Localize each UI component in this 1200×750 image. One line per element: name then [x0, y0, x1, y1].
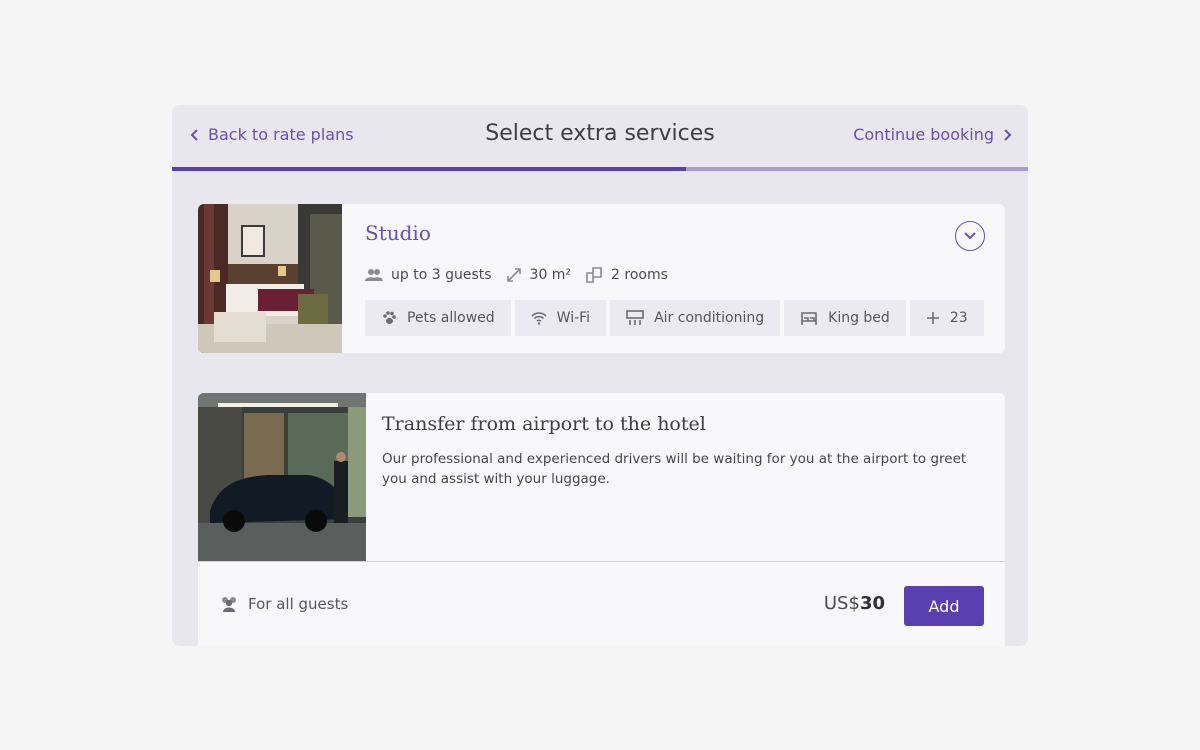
divider — [198, 561, 1005, 562]
guest-capacity-label: up to 3 guests — [391, 267, 492, 283]
amenity-chip-king-bed: King bed — [784, 300, 906, 336]
room-card: Studio up to 3 guests 30 m² 2 rooms Pets… — [198, 204, 1005, 353]
amenity-more-count: 23 — [949, 310, 968, 326]
guests-icon — [365, 269, 383, 281]
service-description: Our professional and experienced drivers… — [382, 451, 967, 487]
room-name: Studio — [365, 221, 431, 245]
price-currency: US$ — [823, 593, 860, 614]
amenity-label: King bed — [828, 310, 890, 326]
room-area: 30 m² — [506, 267, 572, 283]
chevron-right-icon — [1004, 128, 1012, 141]
booking-panel: Back to rate plans Select extra services… — [172, 105, 1028, 646]
amenity-chip-more[interactable]: 23 — [909, 300, 984, 336]
amenity-label: Pets allowed — [407, 310, 495, 326]
progress-bar — [172, 167, 1028, 171]
price-amount: 30 — [859, 593, 885, 614]
header: Back to rate plans Select extra services… — [172, 105, 1028, 167]
guest-capacity: up to 3 guests — [365, 267, 492, 283]
continue-link-label: Continue booking — [853, 125, 994, 144]
plus-icon — [926, 312, 939, 324]
area-icon — [506, 268, 521, 282]
chevron-down-icon — [964, 232, 976, 240]
service-price: US$30 — [824, 593, 885, 614]
continue-booking-link[interactable]: Continue booking — [853, 125, 1012, 144]
service-photo — [198, 393, 366, 561]
service-title: Transfer from airport to the hotel — [382, 413, 706, 435]
room-stats: up to 3 guests 30 m² 2 rooms — [365, 267, 674, 283]
bed-icon — [801, 312, 817, 325]
amenity-chip-wifi: Wi-Fi — [514, 300, 607, 336]
expand-room-button[interactable] — [955, 221, 985, 251]
guest-scope-label: For all guests — [248, 595, 349, 613]
room-count-label: 2 rooms — [611, 267, 668, 283]
room-count: 2 rooms — [585, 267, 668, 283]
amenity-label: Air conditioning — [654, 310, 765, 326]
service-card: Transfer from airport to the hotel Our p… — [198, 393, 1005, 646]
amenity-chip-air-conditioning: Air conditioning — [610, 300, 781, 336]
paw-icon — [383, 311, 396, 324]
rooms-icon — [586, 267, 602, 283]
air-conditioning-icon — [626, 310, 644, 325]
room-photo — [198, 204, 342, 353]
guest-scope: For all guests — [220, 595, 348, 613]
amenity-label: Wi-Fi — [556, 310, 591, 326]
amenities-list: Pets allowed Wi-Fi Air conditioning King… — [365, 300, 984, 336]
room-area-label: 30 m² — [529, 267, 572, 283]
guests-icon — [222, 597, 236, 612]
amenity-chip-pets: Pets allowed — [365, 300, 511, 336]
add-service-button[interactable]: Add — [904, 586, 984, 626]
progress-bar-fill — [172, 167, 686, 171]
wifi-icon — [531, 312, 547, 325]
